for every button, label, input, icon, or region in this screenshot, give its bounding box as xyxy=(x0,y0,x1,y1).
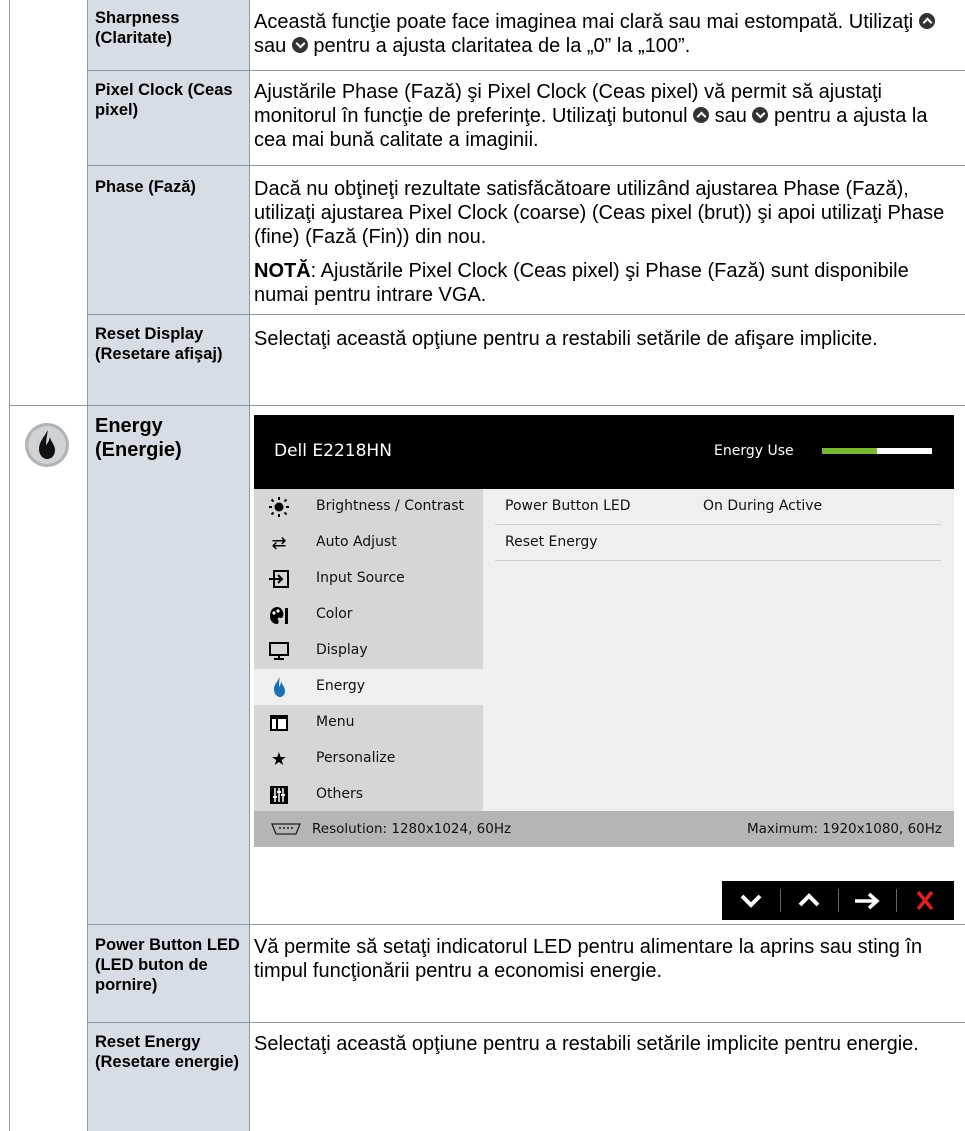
up-button-icon xyxy=(918,13,935,29)
sun-icon xyxy=(268,496,290,518)
menu-item-brightness-contrast[interactable]: Brightness / Contrast xyxy=(254,489,483,525)
row-label-pixel-clock: Pixel Clock (Ceas pixel) xyxy=(95,81,233,119)
vga-connector-icon xyxy=(268,822,304,836)
menu-item-input-source[interactable]: Input Source xyxy=(254,561,483,597)
down-button-icon xyxy=(752,107,769,123)
osd-main-menu: Brightness / Contrast ⇄ Auto Adjust Inpu… xyxy=(254,489,483,811)
grid-line xyxy=(9,0,10,1131)
osd-model-title: Dell E2218HN xyxy=(274,441,392,461)
monitor-icon xyxy=(268,640,290,662)
menu-item-menu[interactable]: Menu xyxy=(254,705,483,741)
input-source-icon xyxy=(268,568,290,590)
row-label-sharpness: Sharpness (Claritate) xyxy=(95,9,180,47)
icon-column xyxy=(10,0,87,1131)
up-button[interactable] xyxy=(780,881,838,920)
manual-page: Sharpness (Claritate) Această funcţie po… xyxy=(0,0,965,1131)
menu-item-display[interactable]: Display xyxy=(254,633,483,669)
chevron-up-icon xyxy=(798,893,820,907)
osd-footer: Resolution: 1280x1024, 60Hz Maximum: 192… xyxy=(254,811,954,847)
row-desc-phase: Dacă nu obţineţi rezultate satisfăcătoar… xyxy=(254,178,945,248)
chevron-down-icon xyxy=(740,894,762,908)
enter-button[interactable] xyxy=(838,881,896,920)
grid-line xyxy=(88,314,965,315)
energy-use-label: Energy Use xyxy=(714,443,794,459)
row-label-power-button-led: Power Button LED (LED buton de pornire) xyxy=(95,936,240,994)
row-desc-pixel-clock: Ajustările Phase (Fază) şi Pixel Clock (… xyxy=(254,81,928,151)
energy-flame-icon xyxy=(22,420,72,470)
down-button-icon xyxy=(291,37,308,53)
row-label-energy: Energy (Energie) xyxy=(95,415,182,461)
osd-header: Dell E2218HN Energy Use xyxy=(254,415,954,489)
down-button[interactable] xyxy=(722,881,780,920)
sliders-icon xyxy=(268,784,290,806)
close-icon xyxy=(916,890,934,911)
menu-item-auto-adjust[interactable]: ⇄ Auto Adjust xyxy=(254,525,483,561)
grid-line xyxy=(87,0,88,1131)
energy-use-fill xyxy=(822,448,877,454)
energy-use-bar xyxy=(822,448,932,454)
row-desc-reset-display: Selectaţi această opţiune pentru a resta… xyxy=(254,328,878,350)
row-desc-reset-energy: Selectaţi această opţiune pentru a resta… xyxy=(254,1033,919,1055)
flame-icon xyxy=(268,676,290,698)
palette-icon xyxy=(268,604,290,626)
maximum-resolution-text: Maximum: 1920x1080, 60Hz xyxy=(746,821,942,837)
row-desc-sharpness: Această funcţie poate face imaginea mai … xyxy=(254,10,954,58)
exit-button[interactable] xyxy=(896,881,954,920)
osd-menu-screenshot: Dell E2218HN Energy Use Brightness / Con… xyxy=(254,415,954,847)
setting-row-reset-energy[interactable]: Reset Energy xyxy=(495,525,941,561)
menu-item-color[interactable]: Color xyxy=(254,597,483,633)
auto-adjust-icon: ⇄ xyxy=(271,533,287,553)
row-note-phase: NOTĂ: Ajustările Pixel Clock (Ceas pixel… xyxy=(254,260,909,306)
grid-line xyxy=(88,165,965,166)
row-desc-power-button-led: Vă permite să setaţi indicatorul LED pen… xyxy=(254,936,923,982)
setting-row-power-button-led[interactable]: Power Button LED On During Active xyxy=(495,489,941,525)
grid-line xyxy=(249,0,250,1131)
menu-item-energy[interactable]: Energy xyxy=(254,669,483,705)
arrow-right-icon xyxy=(855,892,880,910)
menu-window-icon xyxy=(268,712,290,734)
star-icon: ★ xyxy=(270,749,288,769)
up-button-icon xyxy=(693,107,710,123)
row-label-reset-display: Reset Display (Resetare afişaj) xyxy=(95,325,223,363)
note-label: NOTĂ xyxy=(254,260,311,282)
row-label-phase: Phase (Fază) xyxy=(95,178,196,196)
menu-item-personalize[interactable]: ★ Personalize xyxy=(254,741,483,777)
resolution-text: Resolution: 1280x1024, 60Hz xyxy=(312,821,512,837)
menu-item-others[interactable]: Others xyxy=(254,777,483,813)
grid-line xyxy=(88,1022,965,1023)
grid-line xyxy=(88,70,965,71)
grid-line xyxy=(9,405,965,406)
osd-navigation-buttons xyxy=(722,881,954,920)
row-label-reset-energy: Reset Energy (Resetare energie) xyxy=(95,1033,239,1071)
grid-line xyxy=(88,924,965,925)
